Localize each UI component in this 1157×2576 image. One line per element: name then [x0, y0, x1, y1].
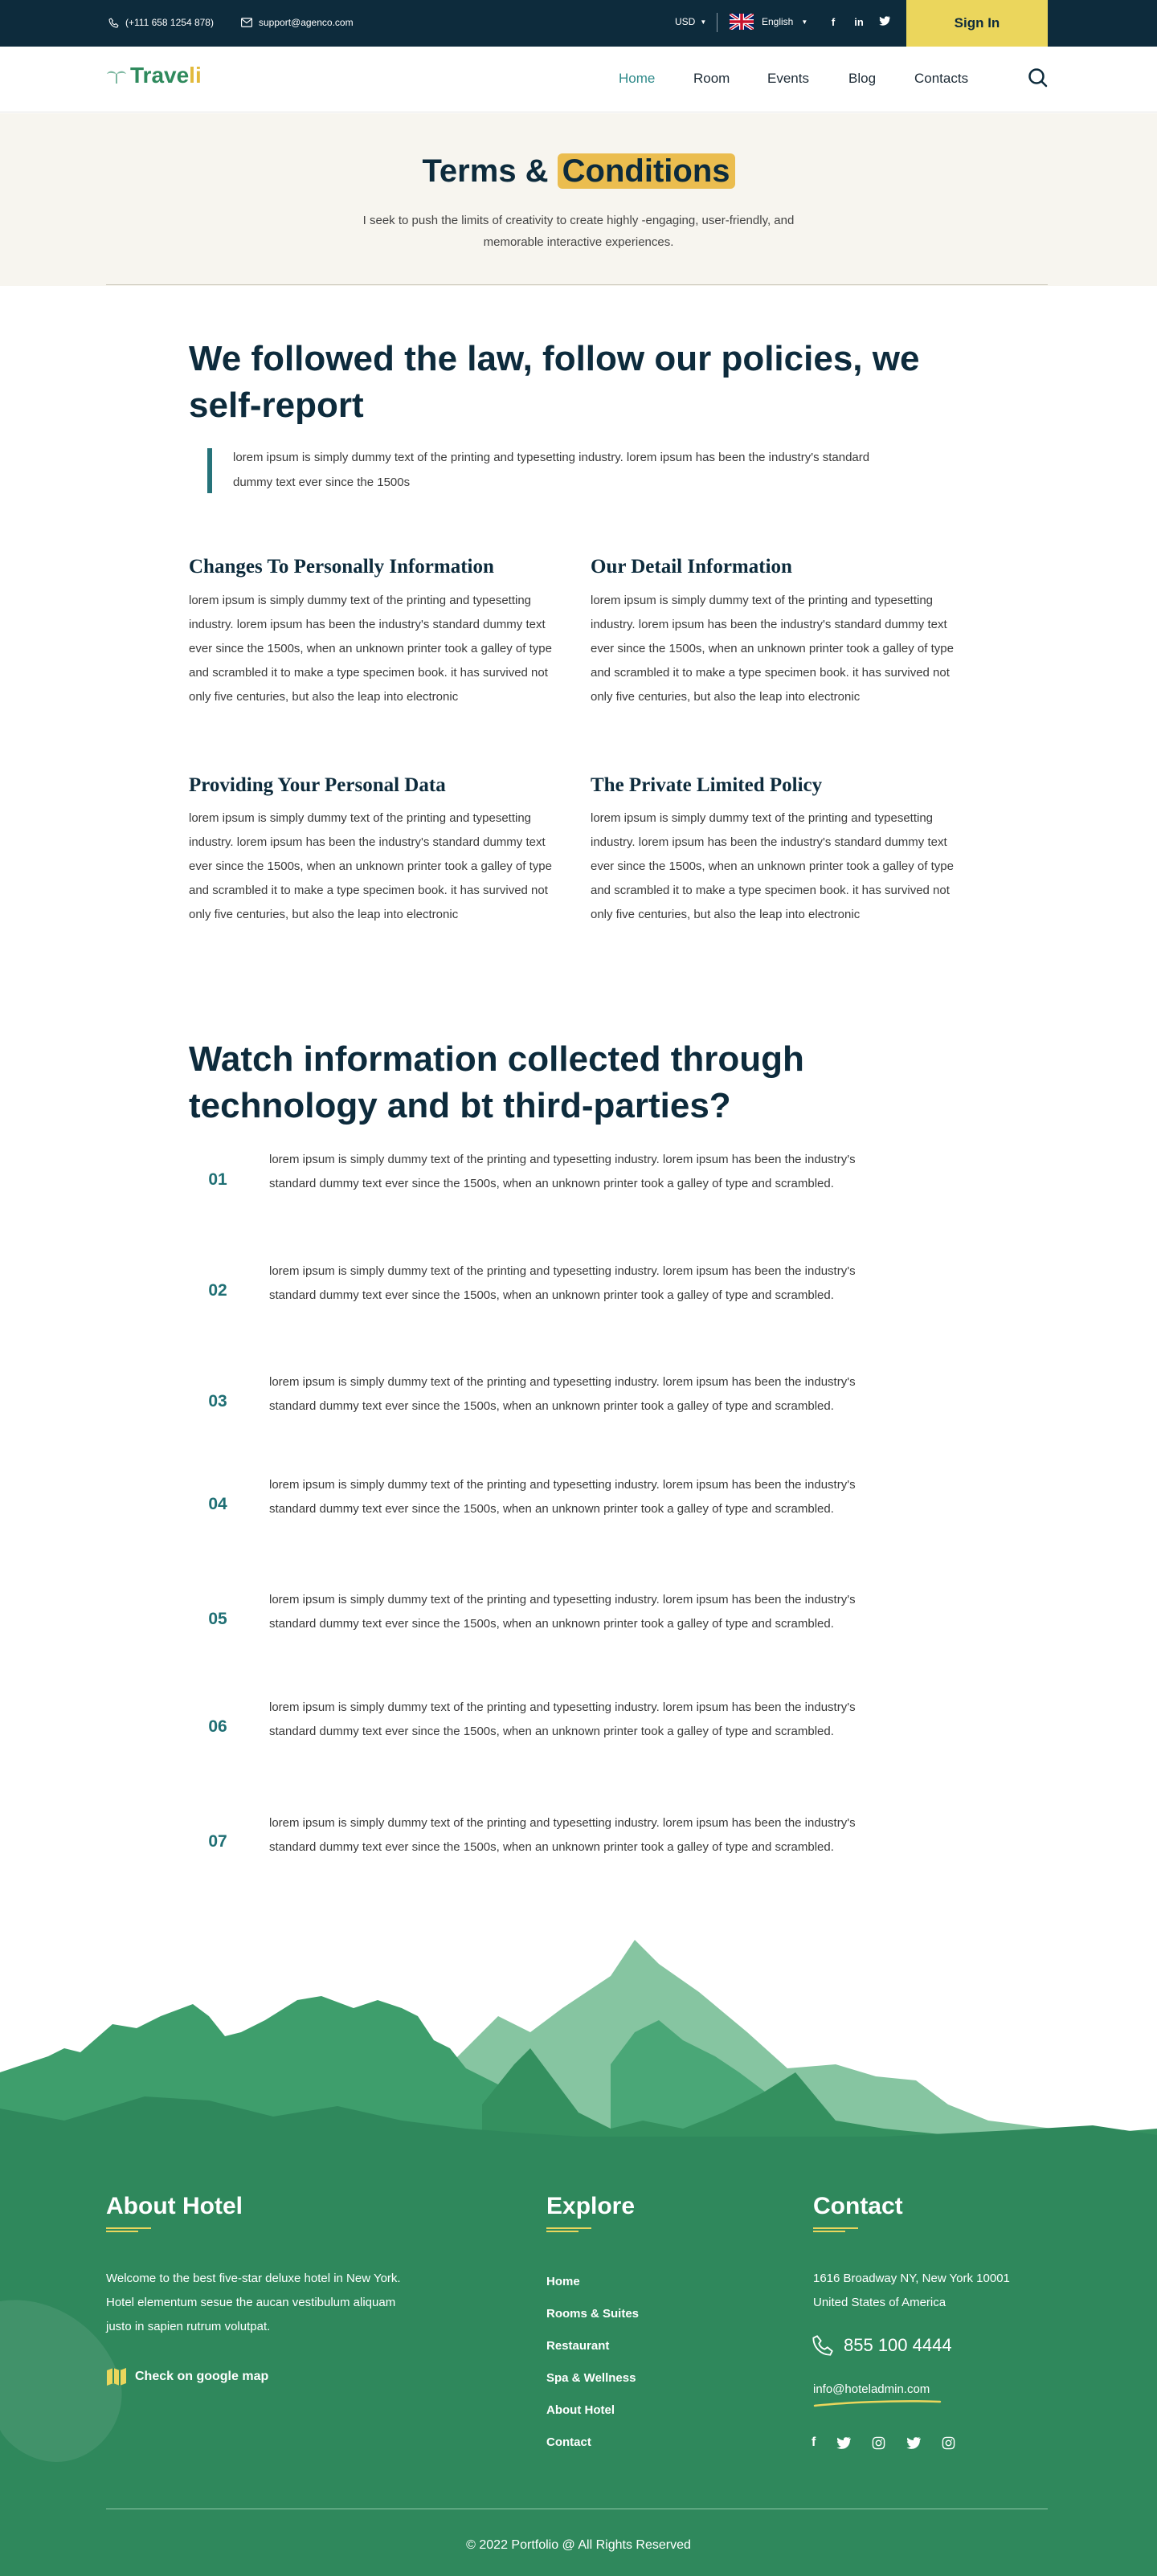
item-number: 04	[208, 1495, 227, 1513]
logo-text-main: Trave	[130, 63, 190, 88]
section-body: lorem ipsum is simply dummy text of the …	[591, 594, 954, 704]
nav-item-events[interactable]: Events	[767, 71, 809, 87]
divider	[106, 284, 1048, 285]
uk-flag-icon	[730, 14, 754, 30]
twitter-icon[interactable]	[836, 2436, 852, 2449]
list-item-text: lorem ipsum is simply dummy text of the …	[269, 1478, 856, 1516]
item-number: 06	[208, 1717, 227, 1736]
top-social-links: f in	[826, 16, 892, 28]
section-body: lorem ipsum is simply dummy text of the …	[189, 594, 552, 704]
logo-text-accent: li	[189, 63, 202, 88]
linkedin-icon[interactable]: in	[852, 16, 866, 28]
footer-link-about[interactable]: About Hotel	[546, 2403, 615, 2417]
language-selector[interactable]: English ▼	[730, 14, 807, 30]
section-title: Our Detail Information	[591, 556, 792, 578]
section-title: Providing Your Personal Data	[189, 774, 446, 796]
about-text: Welcome to the best five-star deluxe hot…	[106, 2272, 401, 2333]
section-body: lorem ipsum is simply dummy text of the …	[591, 811, 954, 921]
copyright: © 2022 Portfolio @ All Rights Reserved	[466, 2538, 691, 2552]
contact-title: Contact	[813, 2193, 903, 2219]
currency-value: USD	[675, 16, 696, 27]
map-icon	[107, 2368, 126, 2386]
section-body: lorem ipsum is simply dummy text of the …	[189, 811, 552, 921]
title-highlight: Conditions	[557, 153, 735, 189]
title-underline	[813, 2227, 858, 2232]
intro-heading: We followed the law, follow our policies…	[189, 339, 920, 425]
email-text: support@agenco.com	[259, 17, 354, 28]
list-item-text: lorem ipsum is simply dummy text of the …	[269, 1375, 856, 1413]
title-underline	[546, 2227, 591, 2232]
search-icon[interactable]	[1027, 67, 1049, 89]
google-map-link[interactable]: Check on google map	[106, 2366, 268, 2387]
instagram-icon[interactable]	[872, 2436, 885, 2450]
twitter-icon[interactable]	[877, 16, 892, 28]
phone-number: 855 100 4444	[844, 2335, 952, 2355]
footer-email[interactable]: info@hoteladmin.com	[813, 2382, 942, 2407]
map-link-label: Check on google map	[135, 2370, 269, 2383]
footer-social-links: f	[812, 2435, 955, 2450]
quote-bar	[207, 448, 212, 493]
address-line-2: United States of America	[813, 2296, 946, 2309]
list-item-text: lorem ipsum is simply dummy text of the …	[269, 1816, 856, 1854]
phone-icon	[812, 2335, 833, 2356]
section-title: Changes To Personally Information	[189, 556, 494, 578]
phone-contact[interactable]: (+111 658 1254 878)	[108, 17, 214, 28]
item-number: 07	[208, 1832, 227, 1851]
footer-phone[interactable]: 855 100 4444	[812, 2334, 952, 2357]
page-header: Terms & Conditions I seek to push the li…	[0, 113, 1157, 286]
palm-logo-icon	[107, 71, 126, 84]
divider	[717, 13, 718, 32]
item-number: 02	[208, 1281, 227, 1300]
list-item-text: lorem ipsum is simply dummy text of the …	[269, 1593, 856, 1631]
facebook-icon[interactable]: f	[812, 2435, 816, 2450]
logo[interactable]: Trave li	[106, 63, 202, 88]
email-contact[interactable]: support@agenco.com	[241, 17, 354, 28]
footer-link-rooms[interactable]: Rooms & Suites	[546, 2307, 639, 2321]
list-item-text: lorem ipsum is simply dummy text of the …	[269, 1264, 856, 1302]
mountains-illustration	[0, 1940, 1157, 2153]
mail-icon	[241, 17, 252, 28]
tech-heading: Watch information collected through tech…	[189, 1039, 804, 1125]
title-text: Terms &	[422, 153, 558, 189]
footer-link-home[interactable]: Home	[546, 2275, 580, 2288]
nav-item-room[interactable]: Room	[693, 71, 730, 87]
nav-item-home[interactable]: Home	[619, 71, 655, 87]
top-bar: (+111 658 1254 878) support@agenco.com U…	[0, 0, 1157, 47]
footer-link-spa[interactable]: Spa & Wellness	[546, 2371, 636, 2385]
phone-text: (+111 658 1254 878)	[125, 17, 214, 28]
item-number: 01	[208, 1170, 227, 1189]
chevron-down-icon: ▼	[700, 18, 707, 26]
instagram-icon[interactable]	[942, 2436, 955, 2450]
list-item-text: lorem ipsum is simply dummy text of the …	[269, 1700, 856, 1738]
section-title: The Private Limited Policy	[591, 774, 823, 796]
chevron-down-icon: ▼	[801, 18, 808, 26]
item-number: 05	[208, 1610, 227, 1628]
intro-quote: lorem ipsum is simply dummy text of the …	[233, 451, 870, 489]
email-underline	[813, 2400, 942, 2407]
title-underline	[106, 2227, 151, 2232]
footer-link-contact[interactable]: Contact	[546, 2435, 591, 2449]
phone-icon	[108, 17, 119, 28]
footer: About Hotel Welcome to the best five-sta…	[0, 2137, 1157, 2576]
explore-title: Explore	[546, 2193, 636, 2219]
language-value: English	[762, 16, 794, 27]
currency-selector[interactable]: USD ▼	[675, 16, 706, 27]
sign-in-button[interactable]: Sign In	[906, 0, 1048, 47]
twitter-icon[interactable]	[906, 2436, 922, 2449]
item-number: 03	[208, 1392, 227, 1410]
main-navigation: Trave li Home Room Events Blog Contacts	[0, 47, 1157, 112]
list-item-text: lorem ipsum is simply dummy text of the …	[269, 1153, 856, 1190]
footer-link-restaurant[interactable]: Restaurant	[546, 2339, 609, 2353]
page-title: Terms & Conditions	[0, 153, 1157, 190]
nav-item-contacts[interactable]: Contacts	[914, 71, 968, 87]
email-address: info@hoteladmin.com	[813, 2382, 930, 2396]
about-title: About Hotel	[106, 2193, 243, 2219]
nav-item-blog[interactable]: Blog	[848, 71, 876, 87]
facebook-icon[interactable]: f	[826, 16, 840, 28]
address-line-1: 1616 Broadway NY, New York 10001	[813, 2272, 1010, 2285]
page-subtitle: I seek to push the limits of creativity …	[362, 214, 795, 249]
